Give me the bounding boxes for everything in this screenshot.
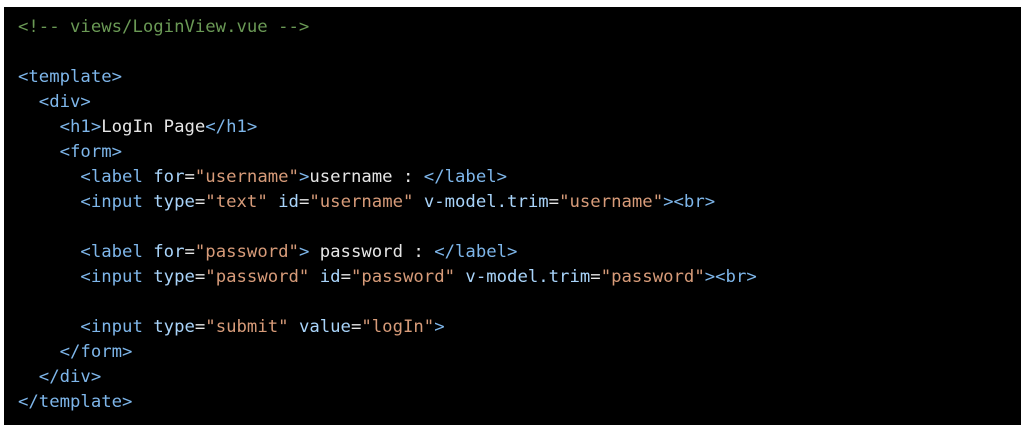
code-token: id [278,192,299,212]
code-token: <label [18,242,154,262]
code-token: <template> [18,67,123,87]
code-line: </template> [18,390,1021,415]
code-token: type [153,267,195,287]
code-token: "text" [205,192,268,212]
code-token: type [153,192,195,212]
code-token: <h1> [18,117,102,137]
code-token: "username" [559,192,664,212]
code-token: = [298,192,310,212]
code-token: = [194,192,206,212]
code-token: > [434,317,445,337]
code-line: <input type="text" id="username" v-model… [18,190,1021,215]
code-token: </form> [18,342,133,362]
code-token: "password" [600,267,705,287]
code-token: > [663,192,674,212]
code-line: </div> [18,365,1021,390]
code-token: password : [309,242,435,262]
code-token: = [350,317,362,337]
code-line: <label for="username">username : </label… [18,165,1021,190]
code-token: > [298,242,310,262]
code-token: "username" [194,167,299,187]
code-token: <br> [673,192,716,212]
code-token: <input [18,192,154,212]
code-token: "password" [194,242,299,262]
code-block: <!-- views/LoginView.vue --> <template> … [4,7,1021,425]
code-token: </template> [18,392,133,412]
code-token: "password" [205,267,310,287]
code-token: <label [18,167,154,187]
code-line: <h1>LogIn Page</h1> [18,115,1021,140]
code-token: <input [18,317,154,337]
code-token: </label> [434,242,518,262]
code-line: <template> [18,65,1021,90]
code-token: value [298,317,351,337]
code-token: > [298,167,310,187]
code-line: <form> [18,140,1021,165]
code-token: = [194,317,206,337]
code-token: <br> [715,267,757,287]
code-token: <form> [18,142,123,162]
code-token: <!-- views/LoginView.vue --> [18,17,310,37]
code-line: </form> [18,340,1021,365]
code-token: username : [309,167,424,187]
code-token: "submit" [205,317,289,337]
code-line: <input type="submit" value="logIn"> [18,315,1021,340]
code-token: = [590,267,601,287]
code-token: = [184,242,195,262]
code-token: type [153,317,195,337]
code-token: </label> [423,167,508,187]
code-token: "password" [350,267,456,287]
code-token: "logIn" [361,317,435,337]
code-line: <!-- views/LoginView.vue --> [18,15,1021,40]
code-token: = [340,267,351,287]
code-token: <input [18,267,154,287]
code-token: for [153,242,185,262]
code-token: id [319,267,341,287]
code-token: = [194,267,206,287]
code-token: v-model.trim [423,192,549,212]
code-token: </h1> [205,117,258,137]
code-token: v-model.trim [465,267,591,287]
code-line: <label for="password"> password : </labe… [18,240,1021,265]
code-token: = [548,192,560,212]
code-token: = [184,167,195,187]
code-line: <input type="password" id="password" v-m… [18,265,1021,290]
code-lines: <!-- views/LoginView.vue --> <template> … [18,15,1021,415]
code-token: <div> [18,92,91,112]
code-token: </div> [18,367,102,387]
code-token: "username" [309,192,414,212]
code-line: <div> [18,90,1021,115]
code-token: LogIn Page [101,117,206,137]
code-token: for [153,167,185,187]
code-token: > [704,267,716,287]
